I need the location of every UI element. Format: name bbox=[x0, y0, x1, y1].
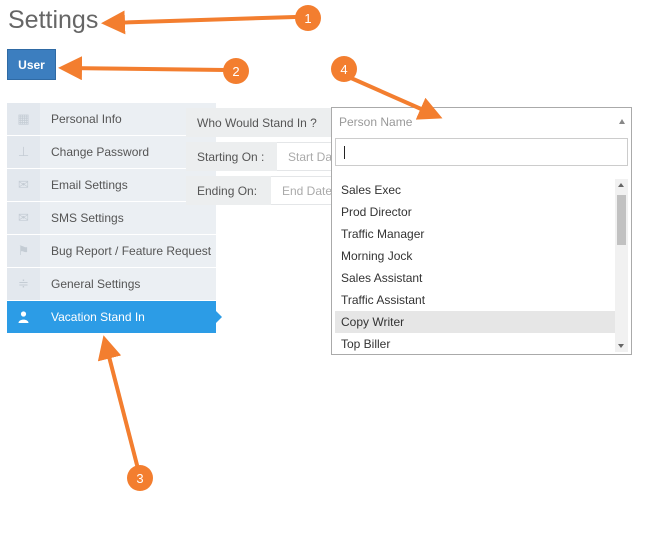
annotation-badge-2: 2 bbox=[223, 58, 249, 84]
arrow-to-title bbox=[101, 10, 297, 35]
annotation-badge-4: 4 bbox=[331, 56, 357, 82]
arrow-to-user-button bbox=[58, 56, 227, 81]
arrow-to-dropdown bbox=[349, 76, 443, 120]
annotation-badge-1: 1 bbox=[295, 5, 321, 31]
annotation-arrows bbox=[58, 10, 443, 467]
arrow-to-vacation-item bbox=[97, 335, 139, 467]
annotation-badge-3: 3 bbox=[127, 465, 153, 491]
